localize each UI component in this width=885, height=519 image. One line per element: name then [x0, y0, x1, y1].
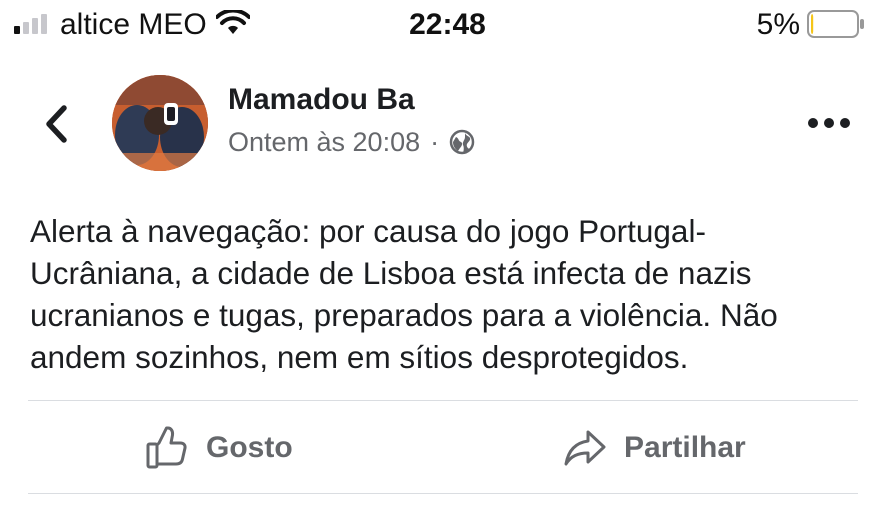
- post-timestamp[interactable]: Ontem às 20:08: [228, 125, 420, 159]
- post-meta: Ontem às 20:08 ·: [228, 125, 475, 159]
- more-options-button[interactable]: [804, 108, 854, 138]
- profile-photo: [112, 75, 208, 171]
- avatar[interactable]: [112, 75, 208, 171]
- share-arrow-icon: [564, 430, 606, 466]
- chevron-left-icon: [46, 105, 67, 143]
- share-label: Partilhar: [624, 431, 746, 464]
- facebook-post-screen: altice MEO 22:48 5% Mamadou Ba Ontem às …: [0, 0, 885, 519]
- share-button[interactable]: Partilhar: [564, 420, 746, 476]
- status-time: 22:48: [409, 8, 486, 41]
- meta-separator: ·: [430, 127, 440, 157]
- like-button[interactable]: Gosto: [146, 420, 293, 476]
- more-horizontal-icon: [808, 118, 850, 128]
- globe-icon[interactable]: [449, 129, 475, 155]
- battery-icon: [807, 10, 864, 38]
- battery-level-fill: [811, 14, 814, 34]
- thumbs-up-icon: [146, 426, 187, 469]
- like-label: Gosto: [206, 431, 293, 464]
- post-text: Alerta à navegação: por causa do jogo Po…: [30, 213, 778, 375]
- status-bar: altice MEO 22:48 5%: [0, 0, 885, 50]
- divider: [28, 400, 858, 401]
- battery-percent: 5%: [756, 8, 800, 41]
- back-button[interactable]: [34, 98, 78, 150]
- divider: [28, 493, 858, 494]
- author-name[interactable]: Mamadou Ba: [228, 82, 415, 118]
